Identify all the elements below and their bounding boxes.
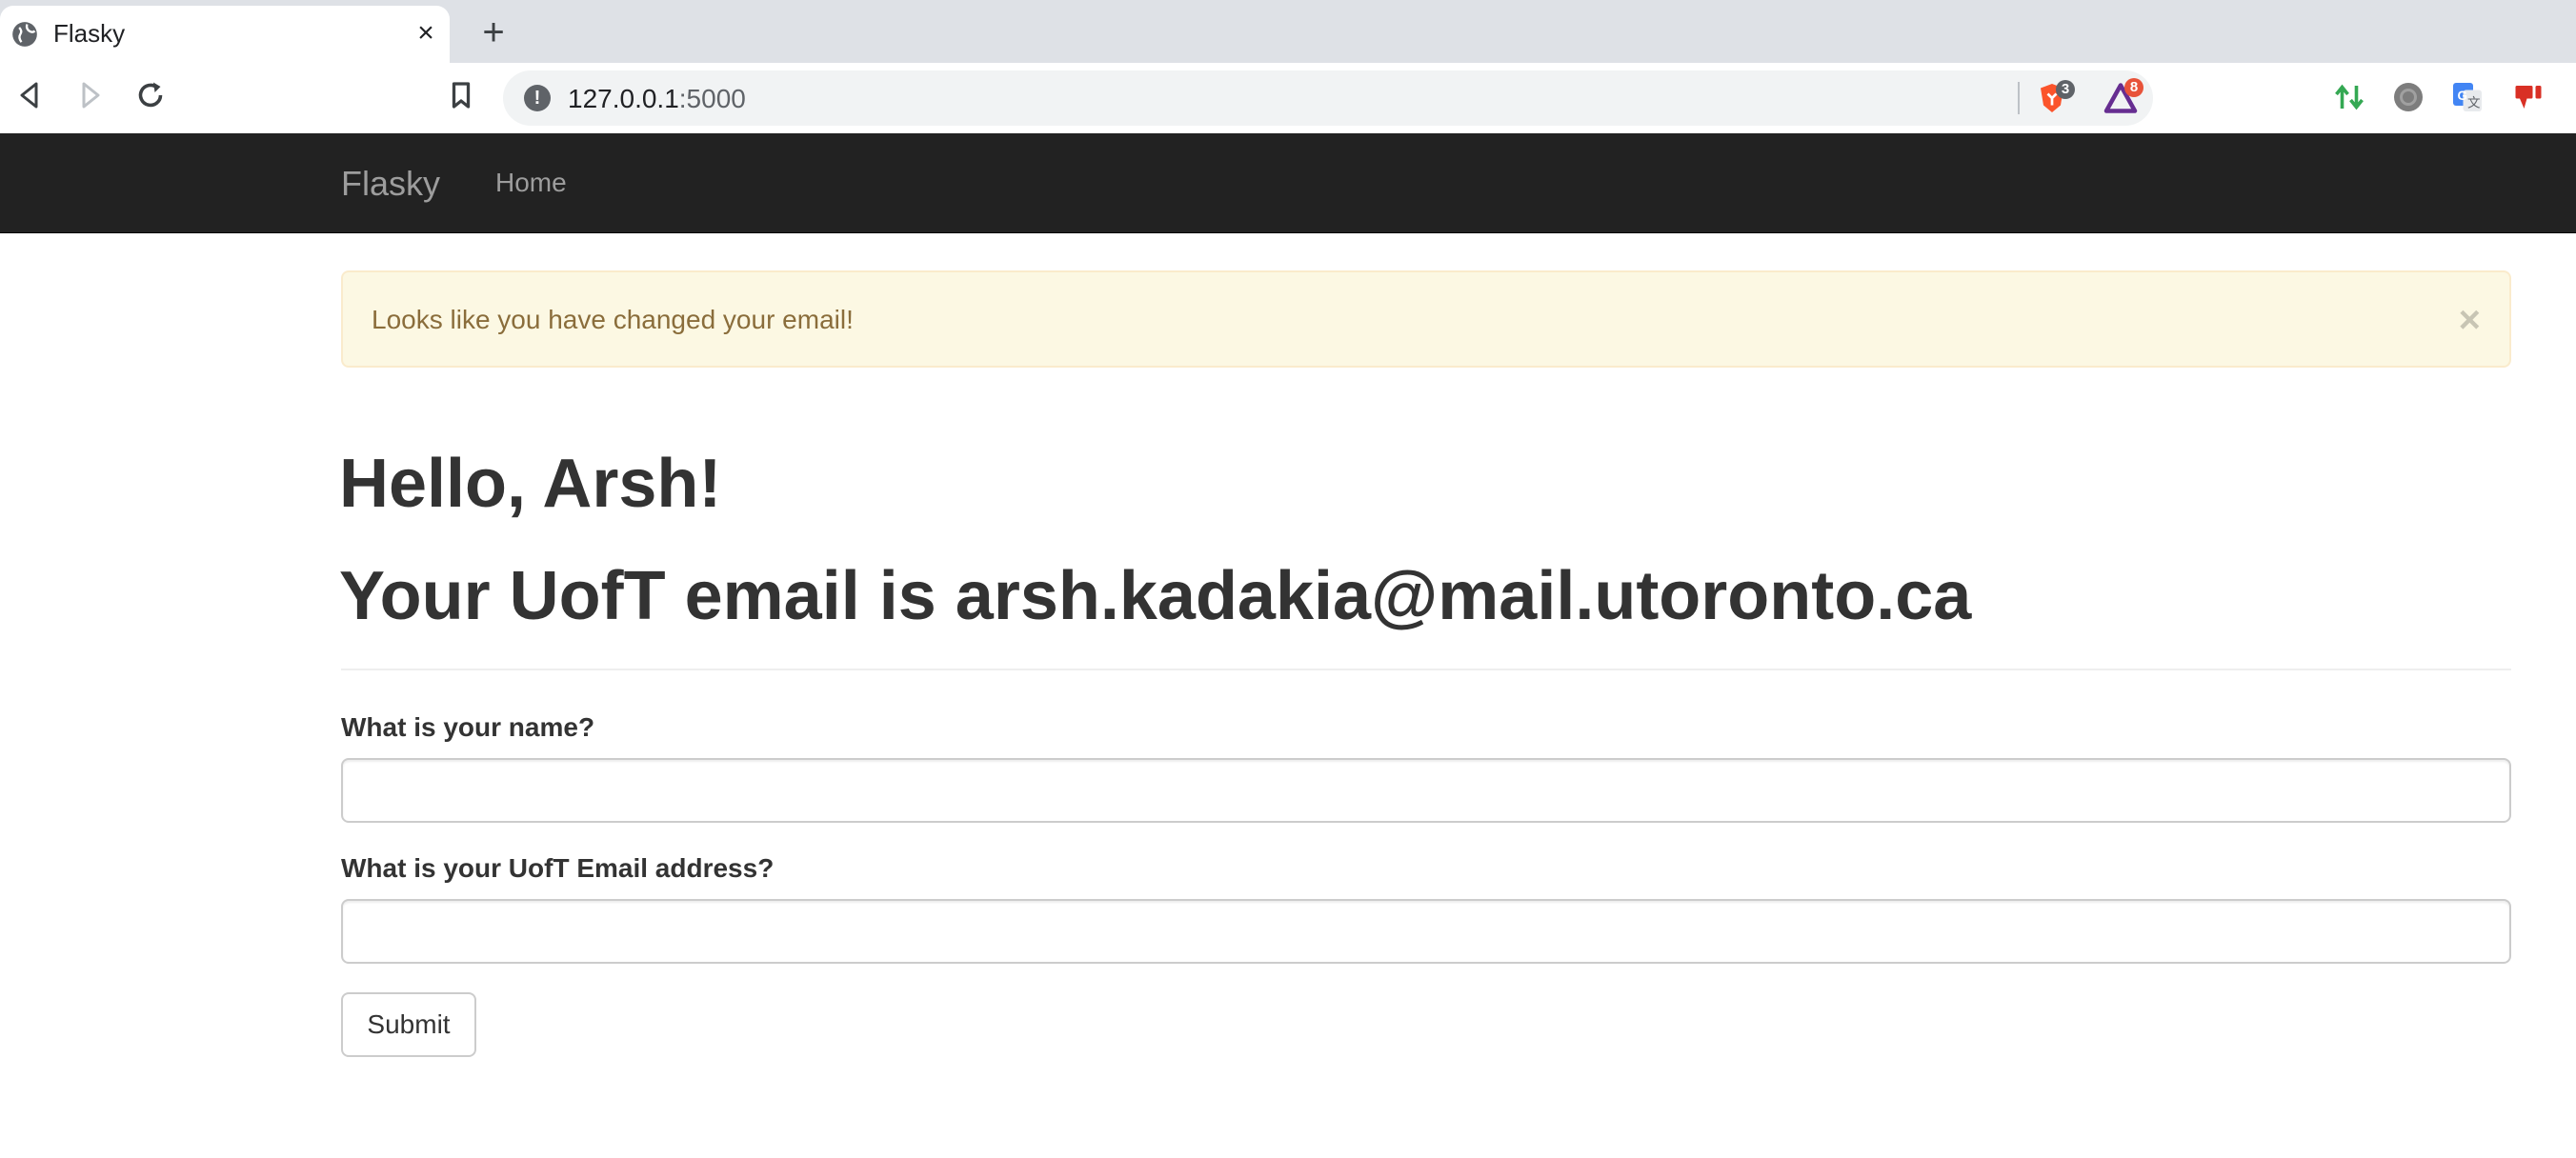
close-tab-icon[interactable]: × [412,19,440,48]
svg-text:G: G [2458,89,2468,103]
new-tab-icon[interactable]: + [474,13,513,51]
tab-title: Flasky [53,19,126,48]
extension-arrows-icon[interactable] [2332,80,2366,114]
url-text[interactable]: 127.0.0.1:5000 [568,84,746,114]
omnibox-divider [2018,82,2020,114]
globe-icon [12,22,37,47]
google-translate-icon[interactable]: G 文 [2450,80,2485,114]
name-label: What is your name? [341,712,595,742]
greeting-heading: Hello, Arsh! [339,446,722,522]
close-alert-button[interactable]: × [2459,301,2481,339]
site-info-icon[interactable]: ! [524,85,551,111]
name-input[interactable] [341,758,2511,823]
rewards-badge: 8 [2124,78,2143,97]
submit-button[interactable]: Submit [341,992,476,1057]
site-navbar: Flasky Home [0,133,2576,233]
shields-badge: 3 [2056,80,2075,99]
browser-tab[interactable]: Flasky × [0,6,450,63]
forward-icon[interactable] [72,78,107,112]
back-icon[interactable] [13,78,48,112]
address-bar[interactable]: ! 127.0.0.1:5000 3 8 [503,70,2153,126]
email-input[interactable] [341,899,2511,964]
navbar-brand[interactable]: Flasky [341,164,440,204]
email-label: What is your UofT Email address? [341,853,775,883]
browser-toolbar: ! 127.0.0.1:5000 3 8 G 文 [0,63,2576,134]
bookmark-icon[interactable] [444,78,478,112]
extension-red-icon[interactable] [2511,80,2546,114]
alert-message: Looks like you have changed your email! [372,305,854,334]
browser-tab-strip: Flasky × + [0,0,2576,63]
page-header-divider [341,669,2511,670]
reload-icon[interactable] [133,78,168,112]
extension-circle-icon[interactable] [2391,80,2425,114]
email-heading: Your UofT email is arsh.kadakia@mail.uto… [339,558,1972,634]
svg-text:文: 文 [2467,96,2481,110]
nav-link-home[interactable]: Home [495,168,567,198]
flash-alert: Looks like you have changed your email! … [341,270,2511,368]
